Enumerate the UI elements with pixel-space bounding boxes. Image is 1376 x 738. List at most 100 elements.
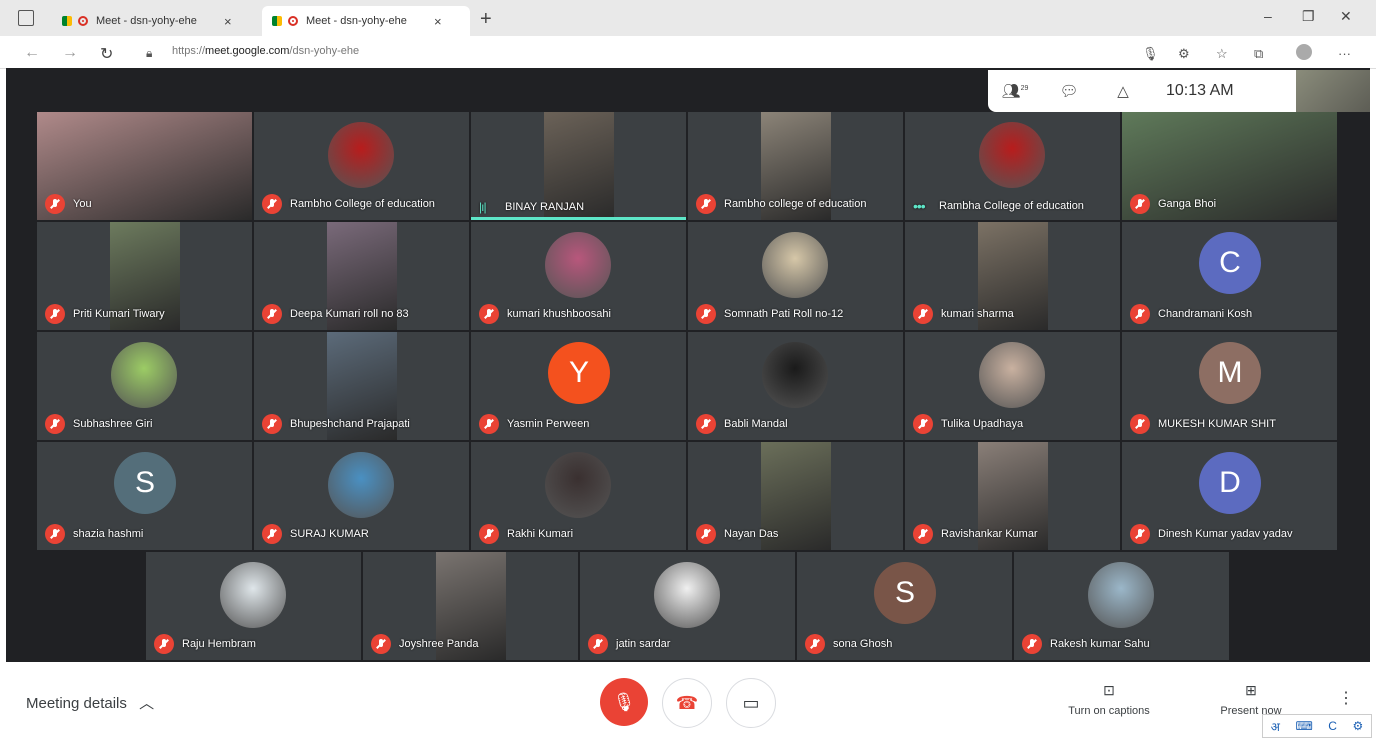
- tab-actions-icon[interactable]: [18, 10, 34, 26]
- back-icon[interactable]: ←: [24, 44, 40, 62]
- mic-muted-icon: [262, 194, 282, 214]
- participant-tile[interactable]: kumari khushboosahi: [471, 222, 686, 330]
- read-aloud-icon[interactable]: ⚙︎: [1178, 46, 1190, 62]
- participant-label: SURAJ KUMAR: [262, 524, 369, 544]
- participant-tile[interactable]: Priti Kumari Tiwary: [37, 222, 252, 330]
- ime-mode[interactable]: C: [1328, 719, 1337, 733]
- chevron-up-icon: ︿: [139, 695, 155, 712]
- participant-tile[interactable]: Tulika Upadhaya: [905, 332, 1120, 440]
- participant-tile[interactable]: Rambho college of education: [688, 112, 903, 220]
- url-host: meet.google.com: [205, 45, 290, 57]
- close-window-button[interactable]: ✕: [1340, 8, 1352, 25]
- mic-muted-icon: [262, 524, 282, 544]
- participant-tile[interactable]: |ı| BINAY RANJAN: [471, 112, 686, 220]
- participant-tile[interactable]: Raju Hembram: [146, 552, 361, 660]
- mic-muted-icon: [371, 634, 391, 654]
- participant-name: SURAJ KUMAR: [290, 528, 369, 540]
- profile-avatar[interactable]: [1296, 44, 1312, 60]
- url-field[interactable]: https://meet.google.com/dsn-yohy-ehe: [172, 45, 359, 57]
- mic-muted-icon: [913, 414, 933, 434]
- self-view-thumbnail[interactable]: [1296, 70, 1370, 112]
- mic-muted-icon: [479, 304, 499, 324]
- browser-tab-2[interactable]: Meet - dsn-yohy-ehe ×: [262, 6, 470, 36]
- leave-call-button[interactable]: ☎︎: [662, 678, 712, 728]
- microphone-permission-icon[interactable]: 🎙︎: [1142, 46, 1159, 62]
- participant-name: BINAY RANJAN: [505, 201, 585, 213]
- participant-tile[interactable]: Deepa Kumari roll no 83: [254, 222, 469, 330]
- chat-icon[interactable]: 💬︎: [1042, 82, 1096, 100]
- participant-tile[interactable]: Y Yasmin Perween: [471, 332, 686, 440]
- camera-toggle-button[interactable]: ▭: [726, 678, 776, 728]
- participant-label: kumari khushboosahi: [479, 304, 611, 324]
- participant-tile[interactable]: Babli Mandal: [688, 332, 903, 440]
- participant-name: Rakhi Kumari: [507, 528, 574, 540]
- mic-muted-icon: [805, 634, 825, 654]
- mic-muted-icon: [479, 524, 499, 544]
- participant-label: Deepa Kumari roll no 83: [262, 304, 409, 324]
- participant-tile[interactable]: Rakesh kumar Sahu: [1014, 552, 1229, 660]
- participant-tile[interactable]: Rakhi Kumari: [471, 442, 686, 550]
- participant-name: shazia hashmi: [73, 528, 144, 540]
- participant-tile[interactable]: ••• Rambha College of education: [905, 112, 1120, 220]
- participant-tile[interactable]: jatin sardar: [580, 552, 795, 660]
- captions-button[interactable]: ⊡ Turn on captions: [1054, 682, 1164, 717]
- meeting-details-button[interactable]: Meeting details ︿: [26, 692, 154, 713]
- participant-tile[interactable]: SURAJ KUMAR: [254, 442, 469, 550]
- reload-icon[interactable]: ↻: [100, 44, 113, 64]
- mic-muted-icon: [1130, 414, 1150, 434]
- participant-label: jatin sardar: [588, 634, 670, 654]
- forward-icon[interactable]: →: [62, 44, 78, 62]
- participant-tile[interactable]: D Dinesh Kumar yadav yadav: [1122, 442, 1337, 550]
- participant-tile[interactable]: Somnath Pati Roll no-12: [688, 222, 903, 330]
- browser-tab-1[interactable]: Meet - dsn-yohy-ehe ×: [52, 6, 260, 36]
- participant-name: Rambha College of education: [939, 200, 1084, 212]
- participant-tile[interactable]: Rambho College of education: [254, 112, 469, 220]
- more-menu-icon[interactable]: ···: [1338, 46, 1351, 61]
- more-dots-icon: •••: [913, 198, 926, 214]
- collections-icon[interactable]: ⧉: [1254, 46, 1263, 62]
- lock-icon[interactable]: 🔒︎: [146, 46, 152, 61]
- tab-close-icon[interactable]: ×: [434, 14, 442, 29]
- participant-tile[interactable]: Ssona Ghosh: [797, 552, 1012, 660]
- hang-up-icon: ☎︎: [675, 693, 699, 713]
- tab-title: Meet - dsn-yohy-ehe: [306, 15, 407, 27]
- recording-icon: [78, 16, 88, 26]
- participant-profile-photo: [111, 342, 177, 408]
- participant-tile[interactable]: C Chandramani Kosh: [1122, 222, 1337, 330]
- participant-name: Somnath Pati Roll no-12: [724, 308, 844, 320]
- present-button[interactable]: ⊞ Present now: [1196, 682, 1306, 717]
- participant-label: Raju Hembram: [154, 634, 256, 654]
- new-tab-button[interactable]: +: [480, 8, 492, 31]
- ime-language[interactable]: अ: [1271, 718, 1280, 735]
- participant-tile[interactable]: Ganga Bhoi: [1122, 112, 1337, 220]
- participant-name: Bhupeshchand Prajapati: [290, 418, 410, 430]
- participant-tile[interactable]: Sshazia hashmi: [37, 442, 252, 550]
- participant-tile[interactable]: Nayan Das: [688, 442, 903, 550]
- participant-label: Priti Kumari Tiwary: [45, 304, 165, 324]
- activities-icon[interactable]: △: [1096, 82, 1150, 100]
- minimize-button[interactable]: –: [1264, 8, 1272, 24]
- participant-tile[interactable]: You: [37, 112, 252, 220]
- settings-gear-icon[interactable]: ⚙︎: [1352, 719, 1363, 733]
- mic-toggle-button[interactable]: 🎙︎: [600, 678, 648, 726]
- mic-muted-icon: [1130, 194, 1150, 214]
- participant-tile[interactable]: Joyshree Panda: [363, 552, 578, 660]
- participant-tile[interactable]: Bhupeshchand Prajapati: [254, 332, 469, 440]
- participant-label: Yasmin Perween: [479, 414, 589, 434]
- tab-close-icon[interactable]: ×: [224, 14, 232, 29]
- people-icon[interactable]: 👥︎29: [988, 82, 1042, 100]
- maximize-button[interactable]: ❐: [1302, 8, 1315, 25]
- participant-tile[interactable]: M MUKESH KUMAR SHIT: [1122, 332, 1337, 440]
- keyboard-icon[interactable]: ⌨︎: [1295, 719, 1312, 733]
- participant-tile[interactable]: Ravishankar Kumar: [905, 442, 1120, 550]
- ime-toolbar[interactable]: अ ⌨︎ C ⚙︎: [1262, 714, 1372, 738]
- more-options-icon[interactable]: ⋮: [1338, 688, 1354, 708]
- participant-tile[interactable]: kumari sharma: [905, 222, 1120, 330]
- participant-name: Dinesh Kumar yadav yadav: [1158, 528, 1293, 540]
- participant-tile[interactable]: Subhashree Giri: [37, 332, 252, 440]
- participant-profile-photo: [220, 562, 286, 628]
- participant-name: Joyshree Panda: [399, 638, 479, 650]
- participant-avatar: D: [1199, 452, 1261, 514]
- favorites-star-icon[interactable]: ☆: [1216, 46, 1228, 62]
- camera-icon: ▭: [742, 693, 760, 713]
